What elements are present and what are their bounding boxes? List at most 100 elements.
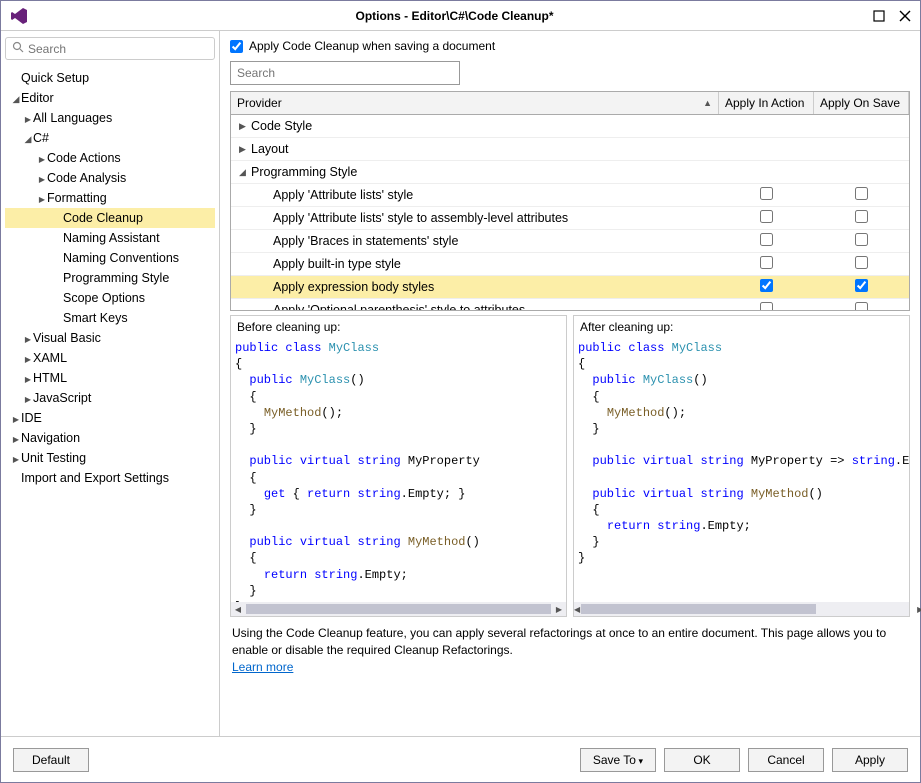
- tree-item[interactable]: IDE: [5, 408, 215, 428]
- sidebar-search-input[interactable]: [28, 42, 208, 56]
- learn-more-link[interactable]: Learn more: [232, 660, 293, 674]
- tree-item-label: JavaScript: [33, 391, 91, 405]
- after-code: public class MyClass { public MyClass() …: [574, 338, 909, 602]
- providers-grid: Provider▲ Apply In Action Apply On Save …: [230, 91, 910, 311]
- provider-label: Apply 'Braces in statements' style: [273, 234, 458, 248]
- apply-on-save-checkbox[interactable]: [855, 279, 868, 292]
- apply-in-action-checkbox[interactable]: [760, 302, 773, 310]
- grid-row[interactable]: Apply 'Braces in statements' style: [231, 230, 909, 253]
- apply-on-save-label: Apply Code Cleanup when saving a documen…: [249, 39, 495, 53]
- apply-in-action-checkbox[interactable]: [760, 233, 773, 246]
- vs-logo-icon: [9, 6, 29, 26]
- tree-item-label: All Languages: [33, 111, 112, 125]
- tree-item[interactable]: Code Actions: [5, 148, 215, 168]
- tree-item[interactable]: Naming Assistant: [5, 228, 215, 248]
- chevron-right-icon: [23, 334, 33, 345]
- apply-on-save-checkbox[interactable]: [855, 187, 868, 200]
- chevron-right-icon: [37, 154, 47, 165]
- grid-row[interactable]: Apply 'Optional parenthesis' style to at…: [231, 299, 909, 310]
- column-apply-in-action[interactable]: Apply In Action: [719, 92, 814, 114]
- tree-item[interactable]: Formatting: [5, 188, 215, 208]
- sort-asc-icon: ▲: [703, 98, 712, 108]
- tree-item[interactable]: Import and Export Settings: [5, 468, 215, 488]
- tree-item[interactable]: Unit Testing: [5, 448, 215, 468]
- tree-item[interactable]: HTML: [5, 368, 215, 388]
- tree-item[interactable]: JavaScript: [5, 388, 215, 408]
- chevron-right-icon: [11, 434, 21, 445]
- provider-label: Apply 'Optional parenthesis' style to at…: [273, 303, 525, 310]
- grid-row[interactable]: Apply expression body styles: [231, 276, 909, 299]
- tree-item[interactable]: Code Cleanup: [5, 208, 215, 228]
- chevron-right-icon: [23, 114, 33, 125]
- tree-item[interactable]: Naming Conventions: [5, 248, 215, 268]
- provider-label: Apply 'Attribute lists' style to assembl…: [273, 211, 568, 225]
- tree-item[interactable]: C#: [5, 128, 215, 148]
- apply-in-action-checkbox[interactable]: [760, 187, 773, 200]
- provider-label: Apply expression body styles: [273, 280, 434, 294]
- provider-search-input[interactable]: [230, 61, 460, 85]
- tree-item[interactable]: XAML: [5, 348, 215, 368]
- grid-row[interactable]: Apply 'Attribute lists' style to assembl…: [231, 207, 909, 230]
- grid-row[interactable]: Apply built-in type style: [231, 253, 909, 276]
- maximize-icon[interactable]: [872, 9, 886, 23]
- tree-item[interactable]: Scope Options: [5, 288, 215, 308]
- after-label: After cleaning up:: [574, 316, 909, 338]
- chevron-right-icon: [11, 454, 21, 465]
- provider-label: Layout: [251, 142, 289, 156]
- apply-on-save-input[interactable]: [230, 40, 243, 53]
- provider-label: Code Style: [251, 119, 312, 133]
- close-icon[interactable]: [898, 9, 912, 23]
- tree-item-label: Editor: [21, 91, 54, 105]
- default-button[interactable]: Default: [13, 748, 89, 772]
- tree-item[interactable]: All Languages: [5, 108, 215, 128]
- apply-on-save-checkbox[interactable]: Apply Code Cleanup when saving a documen…: [230, 39, 910, 53]
- tree-item[interactable]: Navigation: [5, 428, 215, 448]
- window-title: Options - Editor\C#\Code Cleanup*: [37, 9, 872, 23]
- before-preview: Before cleaning up: public class MyClass…: [230, 315, 567, 617]
- provider-label: Programming Style: [251, 165, 357, 179]
- cancel-button[interactable]: Cancel: [748, 748, 824, 772]
- column-provider[interactable]: Provider▲: [231, 92, 719, 114]
- tree-item-label: Formatting: [47, 191, 107, 205]
- tree-item-label: Smart Keys: [63, 311, 128, 325]
- options-tree[interactable]: Quick Setup Editor All Languages C#Code Act…: [5, 66, 215, 730]
- grid-group-row[interactable]: ▶Layout: [231, 138, 909, 161]
- apply-button[interactable]: Apply: [832, 748, 908, 772]
- grid-group-row[interactable]: ▶Code Style: [231, 115, 909, 138]
- options-dialog: Options - Editor\C#\Code Cleanup* Quick …: [0, 0, 921, 783]
- column-apply-on-save[interactable]: Apply On Save: [814, 92, 909, 114]
- sidebar-search[interactable]: [5, 37, 215, 60]
- tree-item[interactable]: Visual Basic: [5, 328, 215, 348]
- footer: Default Save To OK Cancel Apply: [1, 736, 920, 782]
- tree-item[interactable]: Code Analysis: [5, 168, 215, 188]
- tree-item-label: Naming Assistant: [63, 231, 160, 245]
- ok-button[interactable]: OK: [664, 748, 740, 772]
- chevron-right-icon: [37, 174, 47, 185]
- apply-in-action-checkbox[interactable]: [760, 256, 773, 269]
- tree-item-label: Navigation: [21, 431, 80, 445]
- description: Using the Code Cleanup feature, you can …: [230, 617, 910, 683]
- chevron-down-icon: [11, 94, 21, 105]
- tree-item-label: Code Analysis: [47, 171, 126, 185]
- apply-on-save-checkbox[interactable]: [855, 256, 868, 269]
- grid-row[interactable]: Apply 'Attribute lists' style: [231, 184, 909, 207]
- search-icon: [12, 41, 24, 56]
- chevron-down-icon: [23, 134, 33, 145]
- hscrollbar[interactable]: ◀▶: [231, 602, 566, 616]
- chevron-right-icon: ▶: [239, 144, 251, 155]
- tree-item[interactable]: Editor: [5, 88, 215, 108]
- tree-item[interactable]: Smart Keys: [5, 308, 215, 328]
- tree-item[interactable]: Programming Style: [5, 268, 215, 288]
- apply-in-action-checkbox[interactable]: [760, 279, 773, 292]
- apply-in-action-checkbox[interactable]: [760, 210, 773, 223]
- apply-on-save-checkbox[interactable]: [855, 302, 868, 310]
- grid-group-row[interactable]: ◢Programming Style: [231, 161, 909, 184]
- before-label: Before cleaning up:: [231, 316, 566, 338]
- provider-label: Apply built-in type style: [273, 257, 401, 271]
- hscrollbar[interactable]: ◀▶: [574, 602, 909, 616]
- grid-body[interactable]: ▶Code Style▶Layout◢Programming StyleAppl…: [231, 115, 909, 310]
- tree-item[interactable]: Quick Setup: [5, 68, 215, 88]
- apply-on-save-checkbox[interactable]: [855, 210, 868, 223]
- apply-on-save-checkbox[interactable]: [855, 233, 868, 246]
- save-to-button[interactable]: Save To: [580, 748, 656, 772]
